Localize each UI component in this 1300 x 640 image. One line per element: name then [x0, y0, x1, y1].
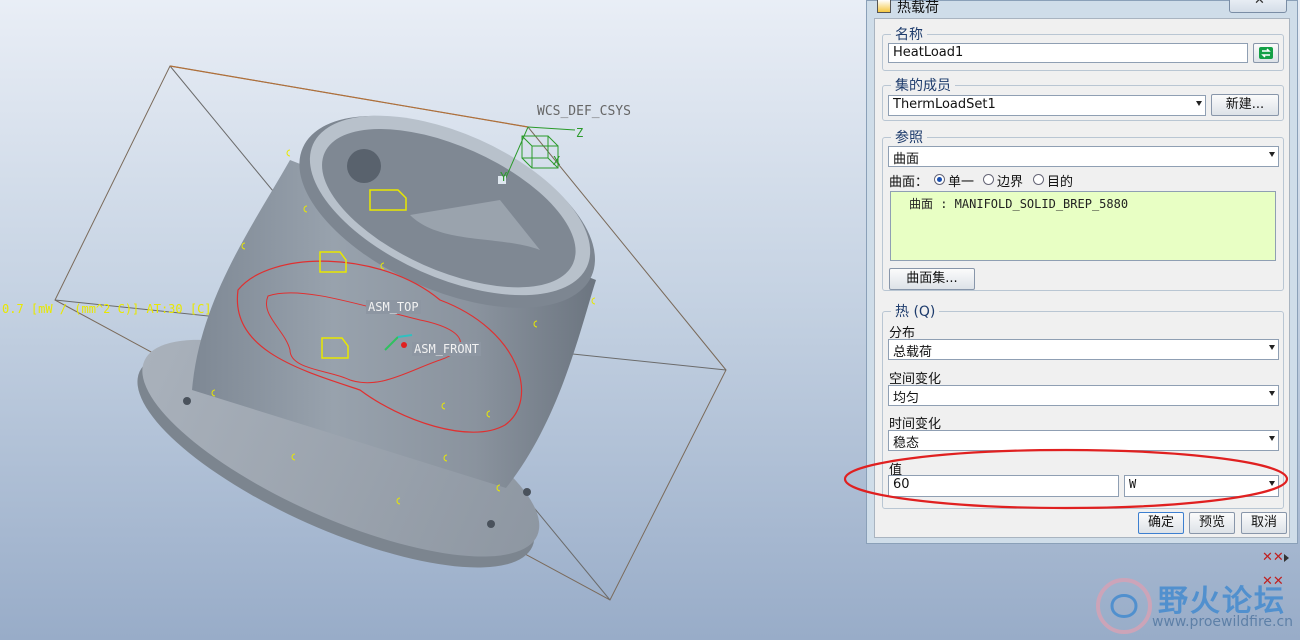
distribution-select[interactable]: 总载荷 — [888, 339, 1279, 360]
sketch-points-icon[interactable]: ✕✕ — [1262, 550, 1284, 565]
watermark-url: www.proewildfire.cn — [1152, 614, 1294, 630]
load-set-value: ThermLoadSet1 — [893, 97, 996, 112]
reference-legend: 参照 — [895, 130, 923, 146]
cancel-button[interactable]: 取消 — [1241, 512, 1287, 534]
model-graphics — [54, 65, 727, 601]
datum-top-label[interactable]: ASM_TOP — [366, 300, 421, 314]
reference-type-select[interactable]: 曲面 — [888, 146, 1279, 167]
radio-target[interactable] — [1033, 174, 1044, 185]
dialog-app-icon — [877, 0, 891, 13]
set-legend: 集的成员 — [895, 78, 951, 94]
chevron-down-icon — [1269, 345, 1275, 350]
surface-filter-label: 曲面： — [889, 175, 929, 190]
refresh-icon — [1259, 47, 1273, 59]
reference-type-value: 曲面 — [893, 152, 920, 167]
chevron-right-icon[interactable] — [1284, 554, 1289, 562]
color-swatch-button[interactable] — [1253, 43, 1279, 63]
load-annotation: 0.7 [mW / (mm^2 C)] AT:30 [C] — [2, 302, 212, 316]
spatial-variation-select[interactable]: 均匀 — [888, 385, 1279, 406]
radio-boundary[interactable] — [983, 174, 994, 185]
load-set-select[interactable]: ThermLoadSet1 — [888, 95, 1206, 116]
hole — [347, 149, 381, 183]
highlight-circle — [843, 448, 1289, 510]
preview-button[interactable]: 预览 — [1189, 512, 1235, 534]
dialog-titlebar[interactable]: 热载荷 ✕ — [867, 0, 1297, 16]
close-icon: ✕ — [1254, 0, 1265, 8]
new-set-button[interactable]: 新建... — [1211, 94, 1279, 116]
ok-button[interactable]: 确定 — [1138, 512, 1184, 534]
csys-axis-x-label: X — [553, 154, 561, 168]
reference-list-item[interactable]: 曲面 : MANIFOLD_SOLID_BREP_5880 — [909, 195, 1128, 212]
name-input[interactable]: HeatLoad1 — [888, 43, 1248, 63]
csys-label: WCS_DEF_CSYS — [537, 104, 631, 119]
radio-boundary-label[interactable]: 边界 — [997, 171, 1023, 190]
heat-legend: 热 (Q) — [895, 304, 936, 320]
csys-axis-z-label: Z — [576, 126, 584, 140]
dialog-title: 热载荷 — [897, 0, 939, 16]
name-legend: 名称 — [895, 27, 923, 43]
radio-single-label[interactable]: 单一 — [948, 171, 974, 190]
reference-list[interactable]: 曲面 : MANIFOLD_SOLID_BREP_5880 — [890, 191, 1276, 261]
chevron-down-icon — [1196, 101, 1202, 106]
close-button[interactable]: ✕ — [1229, 0, 1287, 13]
spatial-variation-value: 均匀 — [893, 391, 920, 406]
distribution-value: 总载荷 — [893, 345, 933, 360]
chevron-down-icon — [1269, 436, 1275, 441]
chevron-down-icon — [1269, 152, 1275, 157]
watermark-emblem — [1096, 578, 1152, 634]
radio-single[interactable] — [934, 174, 945, 185]
datum-front-label[interactable]: ASM_FRONT — [412, 342, 482, 356]
watermark-logo: 野火论坛 www.proewildfire.cn — [1092, 574, 1300, 640]
model-viewport[interactable]: WCS_DEF_CSYS Z X Y 0.7 [mW / (mm^2 C)] A… — [0, 0, 866, 640]
chevron-down-icon — [1269, 391, 1275, 396]
surface-set-button[interactable]: 曲面集... — [889, 268, 975, 290]
csys-axis-y-label: Y — [500, 170, 508, 184]
radio-target-label[interactable]: 目的 — [1047, 171, 1073, 190]
